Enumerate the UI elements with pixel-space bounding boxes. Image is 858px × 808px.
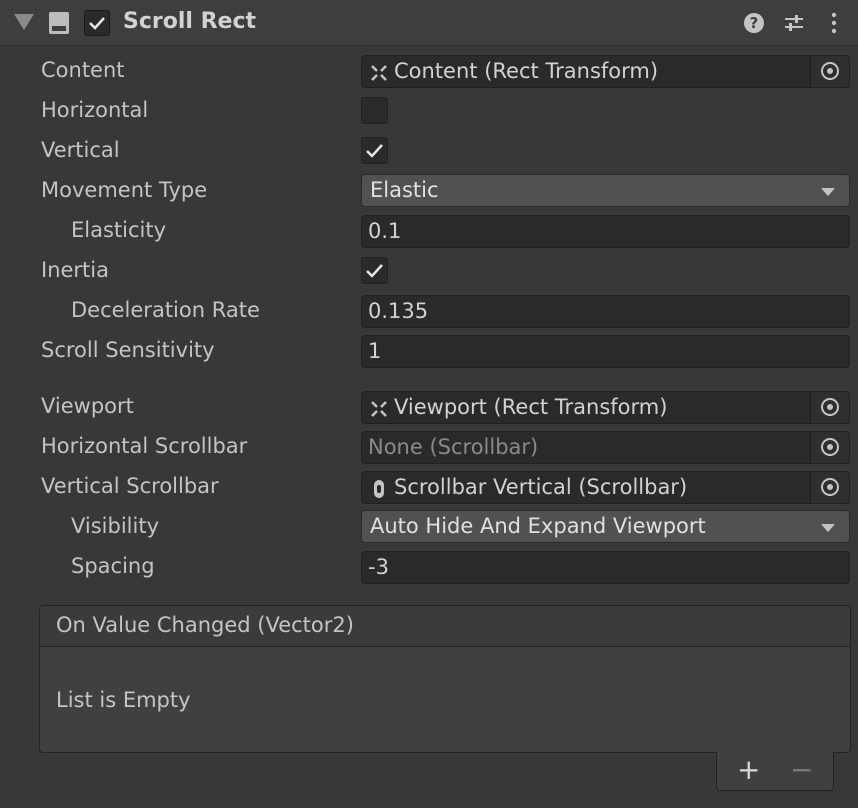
- rect-transform-icon: [371, 65, 387, 81]
- horizontal-scrollbar-label: Horizontal Scrollbar: [41, 434, 248, 458]
- object-picker-button[interactable]: [810, 472, 849, 503]
- object-picker-button[interactable]: [810, 432, 849, 463]
- component-title: Scroll Rect: [123, 9, 257, 34]
- target-picker-icon: [821, 478, 839, 496]
- target-picker-icon: [821, 438, 839, 456]
- horizontal-checkbox[interactable]: [361, 97, 388, 124]
- object-picker-button[interactable]: [810, 392, 849, 423]
- viewport-field[interactable]: Viewport (Rect Transform): [361, 391, 850, 424]
- content-value: Content (Rect Transform): [394, 59, 659, 83]
- deceleration-rate-label: Deceleration Rate: [71, 298, 260, 322]
- movement-type-value: Elastic: [370, 178, 439, 202]
- event-title: On Value Changed (Vector2): [56, 613, 354, 637]
- visibility-dropdown[interactable]: Auto Hide And Expand Viewport: [361, 510, 850, 543]
- visibility-label: Visibility: [71, 514, 160, 538]
- kebab-menu-icon[interactable]: [822, 11, 846, 35]
- chevron-down-icon: [821, 188, 835, 196]
- target-picker-icon: [821, 398, 839, 416]
- elasticity-field[interactable]: 0.1: [361, 215, 850, 248]
- vertical-checkbox[interactable]: [361, 137, 388, 164]
- component-header[interactable]: Scroll Rect ?: [0, 0, 858, 46]
- checkmark-icon: [89, 17, 105, 30]
- viewport-label: Viewport: [41, 394, 134, 418]
- scroll-sensitivity-label: Scroll Sensitivity: [41, 338, 215, 362]
- remove-listener-button[interactable]: −: [790, 754, 813, 786]
- target-picker-icon: [821, 62, 839, 80]
- scrollbar-icon: [374, 480, 384, 498]
- movement-type-dropdown[interactable]: Elastic: [361, 174, 850, 207]
- horizontal-label: Horizontal: [41, 98, 149, 122]
- event-header: On Value Changed (Vector2): [40, 606, 850, 647]
- svg-text:?: ?: [750, 14, 759, 32]
- viewport-value: Viewport (Rect Transform): [394, 395, 668, 419]
- movement-type-label: Movement Type: [41, 178, 208, 202]
- inertia-label: Inertia: [41, 258, 109, 282]
- visibility-value: Auto Hide And Expand Viewport: [370, 514, 706, 538]
- vertical-scrollbar-label: Vertical Scrollbar: [41, 474, 219, 498]
- enabled-checkbox[interactable]: [84, 10, 110, 36]
- elasticity-label: Elasticity: [71, 218, 167, 242]
- content-field[interactable]: Content (Rect Transform): [361, 55, 850, 88]
- deceleration-rate-field[interactable]: 0.135: [361, 295, 850, 328]
- vertical-scrollbar-field[interactable]: Scrollbar Vertical (Scrollbar): [361, 471, 850, 504]
- component-icon: [49, 12, 69, 34]
- list-empty-text: List is Empty: [56, 688, 191, 712]
- checkmark-icon: [366, 144, 383, 158]
- spacing-field[interactable]: -3: [361, 551, 850, 584]
- object-picker-button[interactable]: [810, 56, 849, 87]
- foldout-arrow-icon[interactable]: [14, 14, 34, 30]
- vertical-scrollbar-value: Scrollbar Vertical (Scrollbar): [394, 475, 688, 499]
- rect-transform-icon: [371, 401, 387, 417]
- add-listener-button[interactable]: +: [737, 754, 760, 786]
- scroll-sensitivity-field[interactable]: 1: [361, 335, 850, 368]
- spacing-label: Spacing: [71, 554, 155, 578]
- help-icon[interactable]: ?: [742, 11, 766, 35]
- event-add-remove-bar: + −: [716, 752, 834, 791]
- horizontal-scrollbar-field[interactable]: None (Scrollbar): [361, 431, 850, 464]
- vertical-label: Vertical: [41, 138, 120, 162]
- on-value-changed-event: On Value Changed (Vector2) List is Empty: [39, 605, 851, 753]
- checkmark-icon: [366, 264, 383, 278]
- chevron-down-icon: [821, 524, 835, 532]
- content-label: Content: [41, 58, 125, 82]
- horizontal-scrollbar-value: None (Scrollbar): [368, 435, 539, 459]
- inertia-checkbox[interactable]: [361, 257, 388, 284]
- presets-icon[interactable]: [782, 11, 806, 35]
